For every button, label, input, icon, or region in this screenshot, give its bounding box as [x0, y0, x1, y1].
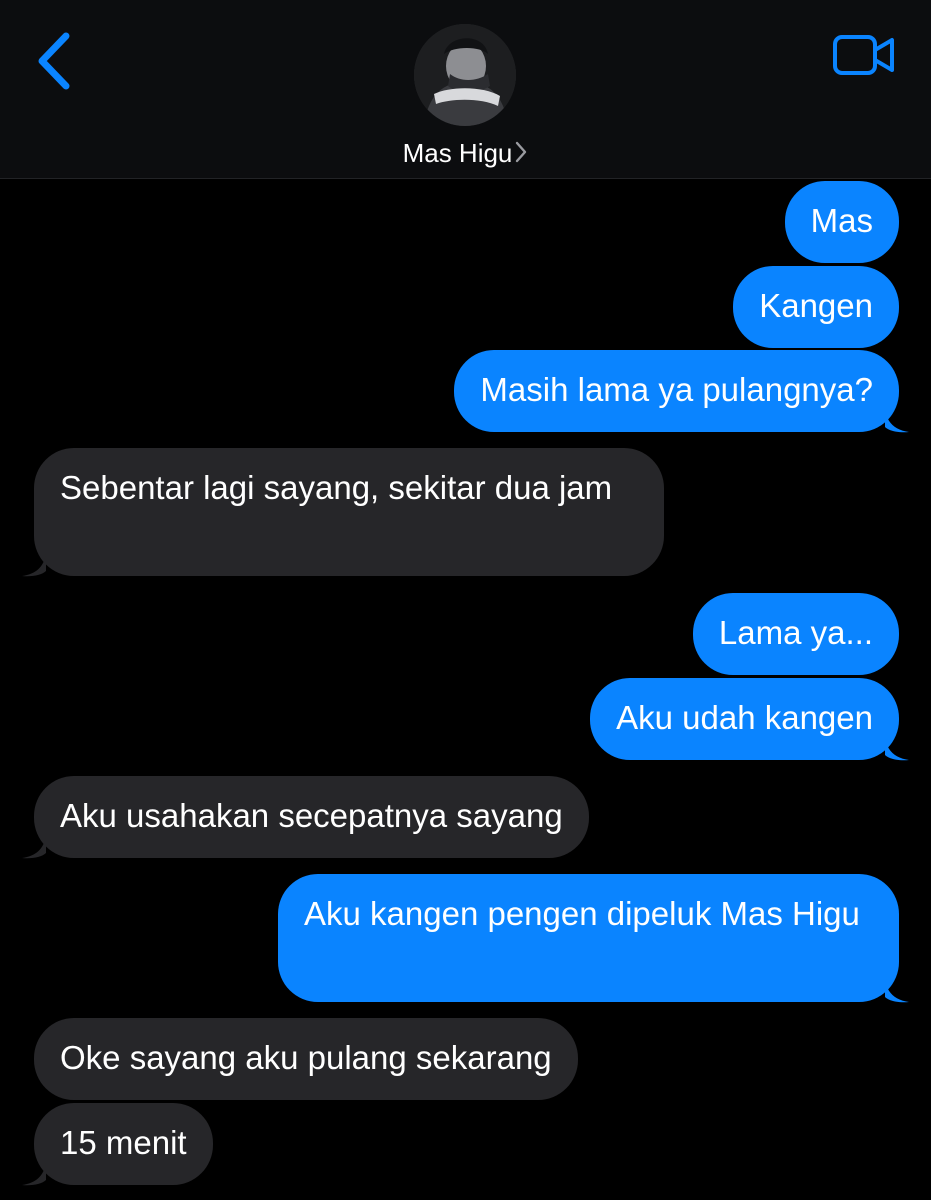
video-call-button[interactable]: [832, 34, 896, 76]
message-text: Kangen: [759, 287, 873, 324]
message-text: Aku udah kangen: [616, 699, 873, 736]
message-bubble-received[interactable]: Sebentar lagi sayang, sekitar dua jam: [34, 448, 664, 576]
message-text: 15 menit: [60, 1124, 187, 1161]
bubble-tail: [885, 737, 909, 761]
bubble-tail: [22, 835, 46, 859]
message-text: Aku usahakan secepatnya sayang: [60, 797, 563, 834]
chevron-left-icon: [38, 32, 70, 90]
message-text: Mas: [810, 202, 873, 239]
message-text: Aku kangen pengen dipeluk Mas Higu: [304, 895, 860, 932]
bubble-tail: [885, 409, 909, 433]
chevron-right-icon: [514, 138, 528, 172]
message-bubble-received[interactable]: Aku usahakan secepatnya sayang: [34, 776, 589, 858]
conversation-header: Mas Higu: [0, 0, 931, 179]
message-bubble-sent[interactable]: Masih lama ya pulangnya?: [454, 350, 899, 432]
message-bubble-sent[interactable]: Aku udah kangen: [590, 678, 899, 760]
message-text: Sebentar lagi sayang, sekitar dua jam: [60, 469, 613, 506]
message-bubble-sent[interactable]: Lama ya...: [692, 593, 899, 675]
video-camera-icon: [833, 35, 894, 75]
message-bubble-sent[interactable]: Mas: [784, 181, 899, 263]
bubble-tail: [885, 979, 909, 1003]
contact-avatar[interactable]: [414, 24, 516, 126]
message-text: Masih lama ya pulangnya?: [480, 371, 873, 408]
message-bubble-received[interactable]: 15 menit: [34, 1103, 213, 1185]
contact-name: Mas Higu: [402, 138, 513, 168]
message-bubble-sent[interactable]: Aku kangen pengen dipeluk Mas Higu: [278, 874, 899, 1002]
contact-name-button[interactable]: Mas Higu: [0, 136, 931, 172]
message-text: Oke sayang aku pulang sekarang: [60, 1039, 552, 1076]
message-text: Lama ya...: [718, 614, 873, 651]
bubble-tail: [22, 1162, 46, 1186]
message-bubble-received[interactable]: Oke sayang aku pulang sekarang: [34, 1018, 578, 1100]
bubble-tail: [22, 553, 46, 577]
message-bubble-sent[interactable]: Kangen: [733, 266, 899, 348]
back-button[interactable]: [30, 30, 80, 92]
